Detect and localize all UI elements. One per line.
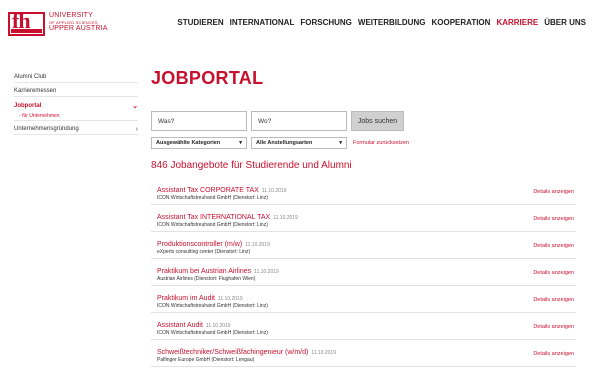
sidebar-item-jobportal[interactable]: Jobportal ⌄ [14, 100, 138, 111]
job-date: 11.10.2019 [217, 296, 243, 302]
sidebar-item-label: Karrieremessen [14, 88, 57, 94]
job-list-item: Assistant Audit 11.10.2019 ICON Wirtschaf… [151, 316, 576, 340]
job-list-item: Praktikum bei Austrian Airlines 11.10.201… [151, 262, 576, 286]
job-date: 11.10.2019 [261, 188, 287, 194]
job-list-item: Praktikum im Audit 11.10.2019 ICON Wirtsc… [151, 289, 576, 313]
job-title-link[interactable]: Praktikum bei Austrian Airlines [157, 268, 251, 275]
sidebar-item-alumni-club[interactable]: Alumni Club [14, 72, 138, 83]
where-search-input[interactable]: Wo? [251, 111, 347, 131]
job-list-item: Produktionscontroller (m/w) 11.10.2019 eX… [151, 235, 576, 259]
filter-row: Ausgewählte Kategorien ▾ Alle Anstellung… [151, 137, 409, 149]
job-list: Assistant Tax CORPORATE TAX 11.10.2019 IC… [151, 181, 576, 370]
sidebar: Alumni Club Karrieremessen Jobportal ⌄ -… [14, 72, 138, 138]
sidebar-item-label: Unternehmensgründung [14, 126, 79, 132]
search-jobs-button[interactable]: Jobs suchen [351, 111, 404, 131]
sidebar-item-label: Jobportal [14, 102, 42, 109]
nav-item-studieren[interactable]: STUDIEREN [177, 18, 223, 27]
job-company: ICON Wirtschaftstreuhand GmbH (Dienstort… [157, 303, 268, 309]
sidebar-item-label: Alumni Club [14, 74, 47, 80]
nav-item-ueber-uns[interactable]: ÜBER UNS [544, 18, 586, 27]
job-company: ICON Wirtschaftstreuhand GmbH (Dienstort… [157, 330, 268, 336]
job-company: Austrian Airlines (Dienstort: Flughafen … [157, 276, 256, 282]
nav-item-forschung[interactable]: FORSCHUNG [300, 18, 352, 27]
category-select-value: Ausgewählte Kategorien [156, 140, 221, 146]
job-title-link[interactable]: Praktikum im Audit [157, 295, 215, 302]
sidebar-item-unternehmensgruendung[interactable]: Unternehmensgründung › [14, 124, 138, 135]
logo-text: UNIVERSITY OF APPLIED SCIENCES UPPER AUS… [49, 12, 108, 32]
employment-type-select[interactable]: Alle Anstellungsarten ▾ [251, 137, 347, 149]
logo-line-upper-austria: UPPER AUSTRIA [49, 24, 108, 32]
nav-item-karriere[interactable]: KARRIERE [496, 18, 538, 27]
job-date: 11.10.2019 [254, 269, 279, 275]
nav-item-kooperation[interactable]: KOOPERATION [431, 18, 490, 27]
job-title-link[interactable]: Schweißtechniker/Schweißfachingenieur (w… [157, 349, 308, 356]
chevron-down-icon[interactable]: ⌄ [132, 102, 138, 110]
nav-item-international[interactable]: INTERNATIONAL [230, 18, 295, 27]
sidebar-subitem-label: für Unternehmen [22, 113, 60, 119]
job-title-link[interactable]: Assistant Tax CORPORATE TAX [157, 187, 259, 194]
category-select[interactable]: Ausgewählte Kategorien ▾ [151, 137, 247, 149]
job-count-heading: 846 Jobangebote für Studierende und Alum… [151, 160, 352, 171]
job-list-item: Schweißtechniker/Schweißfachingenieur (w… [151, 343, 576, 367]
details-link[interactable]: Details anzeigen [533, 297, 574, 303]
chevron-down-icon: ▾ [339, 140, 342, 146]
search-form: Was? Wo? Jobs suchen [151, 111, 404, 131]
job-company: eXperts consulting center (Dienstort: Li… [157, 249, 251, 255]
job-date: 11.10.2019 [311, 350, 336, 356]
job-company: ICON Wirtschaftstreuhand GmbH (Dienstort… [157, 195, 268, 201]
job-title-link[interactable]: Assistant Tax INTERNATIONAL TAX [157, 214, 270, 221]
chevron-down-icon: ▾ [239, 140, 242, 146]
job-date: 11.10.2019 [245, 242, 270, 248]
job-company: ICON Wirtschaftstreuhand GmbH (Dienstort… [157, 222, 268, 228]
logo-line-university: UNIVERSITY [49, 12, 94, 19]
page-title: JOBPORTAL [151, 68, 264, 88]
job-company: Palfinger Europe GmbH (Dienstort: Lengau… [157, 357, 255, 363]
job-list-item: Assistant Tax CORPORATE TAX 11.10.2019 IC… [151, 181, 576, 205]
details-link[interactable]: Details anzeigen [533, 216, 574, 222]
fh-logo-icon: fh [8, 10, 45, 36]
reset-form-link[interactable]: Formular zurücksetzen [353, 140, 409, 146]
job-date: 11.10.2019 [205, 323, 231, 329]
job-title-link[interactable]: Assistant Audit [157, 322, 203, 329]
nav-item-weiterbildung[interactable]: WEITERBILDUNG [358, 18, 426, 27]
what-search-input[interactable]: Was? [151, 111, 247, 131]
site-header: fh UNIVERSITY OF APPLIED SCIENCES UPPER … [0, 0, 600, 52]
details-link[interactable]: Details anzeigen [533, 351, 574, 357]
university-logo[interactable]: fh UNIVERSITY OF APPLIED SCIENCES UPPER … [8, 10, 108, 36]
job-date: 11.10.2019 [273, 215, 298, 221]
employment-select-value: Alle Anstellungsarten [256, 140, 313, 146]
chevron-right-icon[interactable]: › [136, 126, 138, 133]
sidebar-subitem-fuer-unternehmen[interactable]: - für Unternehmen [14, 111, 138, 121]
details-link[interactable]: Details anzeigen [533, 324, 574, 330]
details-link[interactable]: Details anzeigen [533, 270, 574, 276]
details-link[interactable]: Details anzeigen [533, 243, 574, 249]
sidebar-item-karrieremessen[interactable]: Karrieremessen [14, 86, 138, 97]
job-title-link[interactable]: Produktionscontroller (m/w) [157, 241, 242, 248]
details-link[interactable]: Details anzeigen [533, 189, 574, 195]
main-navigation: STUDIEREN INTERNATIONAL FORSCHUNG WEITER… [177, 18, 586, 27]
job-list-item: Assistant Tax INTERNATIONAL TAX 11.10.201… [151, 208, 576, 232]
